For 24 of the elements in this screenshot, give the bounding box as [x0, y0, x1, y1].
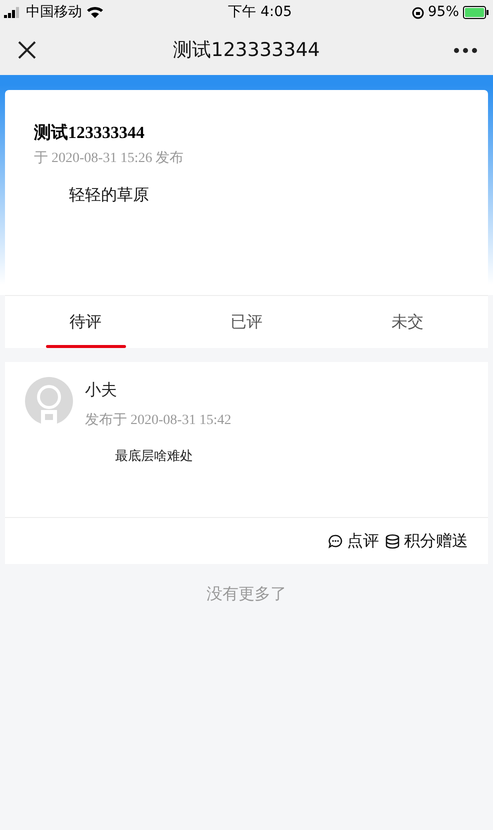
submission-date: 发布于 2020-08-31 15:42 — [85, 412, 232, 430]
carrier-name: 中国移动 — [26, 3, 82, 22]
signal-icon — [4, 7, 22, 18]
points-gift-button[interactable]: 积分赠送 — [385, 529, 468, 553]
wifi-icon — [86, 6, 104, 19]
chat-bubble-icon — [328, 534, 343, 548]
avatar-icon — [25, 377, 73, 425]
review-button[interactable]: 点评 — [328, 529, 379, 553]
clock-time: 下午 4:05 — [228, 3, 292, 22]
close-button[interactable] — [16, 39, 38, 61]
battery-percent: 95% — [428, 3, 459, 22]
coin-stack-icon — [385, 534, 400, 548]
post-body: 轻轻的草原 — [69, 184, 150, 206]
tab[interactable]: 待评 — [5, 296, 166, 348]
page-title: 测试123333344 — [173, 38, 320, 63]
no-more-text: 没有更多了 — [206, 583, 288, 605]
rotation-lock-icon — [412, 6, 424, 18]
student-name: 小夫 — [85, 379, 118, 401]
submission-body: 最底层啥难处 — [115, 448, 194, 466]
tab[interactable]: 已评 — [166, 296, 327, 348]
post-date: 于 2020-08-31 15:26 发布 — [34, 150, 185, 168]
battery-icon — [463, 6, 489, 19]
tab[interactable]: 未交 — [327, 296, 488, 348]
post-title: 测试123333344 — [34, 122, 146, 144]
